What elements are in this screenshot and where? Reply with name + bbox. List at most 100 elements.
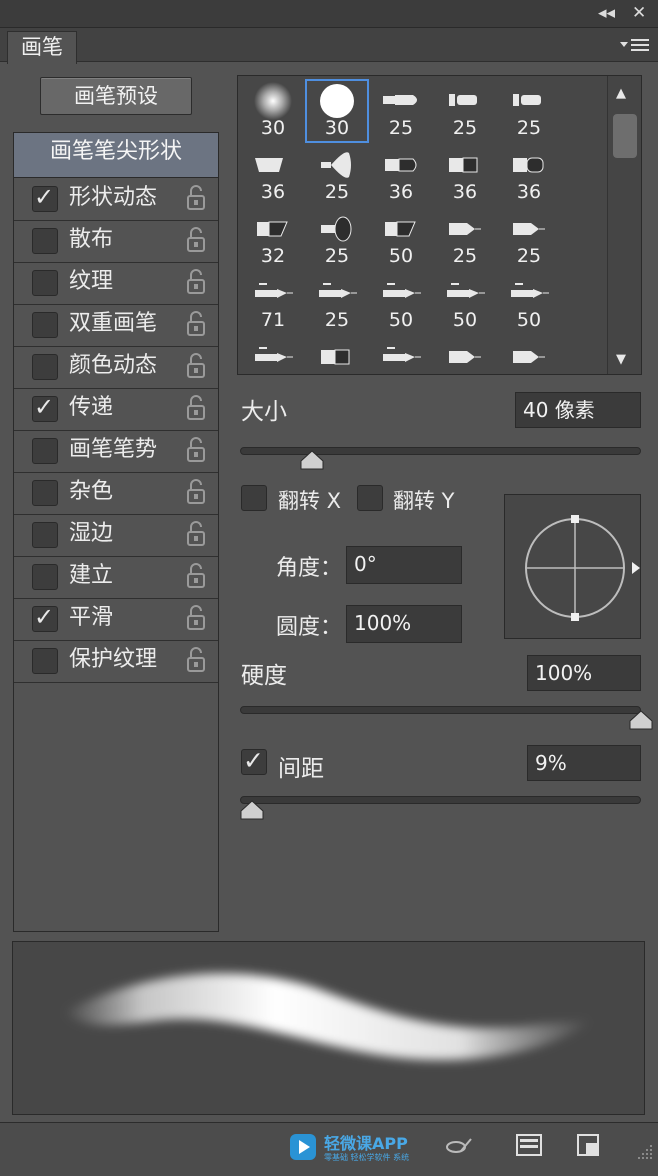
spacing-slider-track[interactable] (240, 796, 641, 804)
brush-tip-thumbnail-icon (369, 81, 433, 121)
brush-tip-cell[interactable] (497, 335, 561, 374)
angle-field[interactable]: 0° (346, 546, 462, 584)
hardness-slider-track[interactable] (240, 706, 641, 714)
option-checkbox[interactable] (32, 648, 58, 674)
brush-presets-button[interactable]: 画笔预设 (40, 77, 192, 115)
scroll-up-icon[interactable]: ▲ (616, 86, 626, 101)
lock-icon[interactable] (185, 268, 207, 296)
lock-icon[interactable] (185, 646, 207, 674)
brush-stroke-preview (12, 941, 645, 1115)
brush-tip-cell[interactable]: 25 (305, 271, 369, 335)
option-row[interactable]: 颜色动态 (14, 346, 218, 389)
close-icon[interactable]: ✕ (632, 3, 646, 23)
brush-tip-cell[interactable]: 36 (241, 143, 305, 207)
option-row[interactable]: ✓ 形状动态 (14, 178, 218, 221)
hardness-field[interactable]: 100% (527, 655, 641, 691)
brush-tip-cell[interactable]: 25 (305, 207, 369, 271)
option-row[interactable]: 湿边 (14, 514, 218, 557)
brush-tip-cell[interactable] (241, 335, 305, 374)
spacing-field[interactable]: 9% (527, 745, 641, 781)
play-logo-icon (290, 1134, 316, 1160)
new-brush-icon[interactable] (574, 1131, 602, 1159)
brush-tip-cell[interactable]: 50 (369, 271, 433, 335)
option-checkbox[interactable] (32, 564, 58, 590)
brush-tip-thumbnail-icon (241, 145, 305, 185)
grid-panel-icon[interactable] (515, 1131, 543, 1159)
size-slider-handle[interactable] (300, 450, 324, 470)
option-row[interactable]: 散布 (14, 220, 218, 263)
option-checkbox[interactable]: ✓ (32, 393, 58, 422)
brush-tip-cell[interactable]: 25 (305, 143, 369, 207)
lock-icon[interactable] (185, 226, 207, 254)
spacing-slider-handle[interactable] (240, 800, 264, 820)
flip-y-checkbox[interactable] (357, 485, 383, 511)
panel-menu-icon[interactable] (620, 36, 650, 58)
checkmark-icon: ✓ (34, 393, 55, 421)
lock-icon[interactable] (185, 310, 207, 338)
option-checkbox[interactable]: ✓ (32, 183, 58, 212)
brush-tip-cell[interactable]: 25 (497, 79, 561, 143)
brush-tip-cell[interactable]: 50 (497, 271, 561, 335)
brush-tip-cell[interactable] (433, 335, 497, 374)
brush-tip-cell[interactable]: 25 (433, 207, 497, 271)
scroll-down-icon[interactable]: ▼ (616, 352, 626, 367)
option-checkbox[interactable] (32, 312, 58, 338)
flip-x-checkbox[interactable] (241, 485, 267, 511)
brush-tip-cell[interactable]: 25 (433, 79, 497, 143)
brush-tip-cell[interactable]: 25 (497, 207, 561, 271)
brush-tip-cell[interactable]: 32 (241, 207, 305, 271)
option-row[interactable]: ✓ 传递 (14, 388, 218, 431)
brush-tip-cell[interactable]: 36 (497, 143, 561, 207)
brand-tagline: 零基础 轻松学软件 系统 (324, 1153, 410, 1162)
double-chevron-left-icon[interactable]: ◂◂ (598, 3, 615, 23)
option-checkbox[interactable] (32, 228, 58, 254)
brush-tip-cell[interactable]: 30 (305, 79, 369, 143)
brush-tip-cell[interactable]: 50 (433, 271, 497, 335)
option-row[interactable]: 纹理 (14, 262, 218, 305)
option-row[interactable]: ✓ 平滑 (14, 598, 218, 641)
size-field[interactable]: 40 像素 (515, 392, 641, 428)
option-checkbox[interactable] (32, 480, 58, 506)
brush-toggle-icon[interactable] (445, 1131, 473, 1159)
spacing-checkbox[interactable]: ✓ (241, 746, 267, 775)
option-row[interactable]: 保护纹理 (14, 640, 218, 683)
brush-tip-cell[interactable]: 30 (241, 79, 305, 143)
brush-tip-cell[interactable] (305, 335, 369, 374)
option-row[interactable]: 双重画笔 (14, 304, 218, 347)
tab-brush[interactable]: 画笔 (7, 31, 77, 64)
option-row[interactable]: 建立 (14, 556, 218, 599)
option-label: 传递 (69, 395, 114, 420)
scrollbar-thumb[interactable] (613, 114, 637, 158)
brush-tip-grid[interactable]: 30 30 25 25 25 36 25 36 36 36 32 25 50 25 25 71 25 50 50 50… (237, 75, 642, 375)
option-checkbox[interactable] (32, 522, 58, 548)
option-checkbox[interactable] (32, 270, 58, 296)
angle-roundness-widget[interactable] (504, 494, 641, 639)
brush-tip-cell[interactable]: 50 (369, 207, 433, 271)
lock-icon[interactable] (185, 394, 207, 422)
brush-tip-cell[interactable]: 25 (369, 79, 433, 143)
option-checkbox[interactable]: ✓ (32, 603, 58, 632)
lock-icon[interactable] (185, 604, 207, 632)
option-label: 保护纹理 (69, 647, 158, 672)
brush-tip-cell[interactable]: 36 (433, 143, 497, 207)
lock-icon[interactable] (185, 184, 207, 212)
lock-icon[interactable] (185, 520, 207, 548)
brush-tip-cell[interactable]: 36 (369, 143, 433, 207)
lock-icon[interactable] (185, 352, 207, 380)
option-checkbox[interactable] (32, 438, 58, 464)
option-row[interactable]: 画笔笔势 (14, 430, 218, 473)
lock-icon[interactable] (185, 436, 207, 464)
option-checkbox[interactable] (32, 354, 58, 380)
lock-icon[interactable] (185, 562, 207, 590)
brush-tip-shape-item[interactable]: 画笔笔尖形状 (14, 133, 218, 178)
grid-scrollbar[interactable]: ▲ ▼ (607, 76, 641, 374)
roundness-field[interactable]: 100% (346, 605, 462, 643)
hardness-slider-handle[interactable] (629, 710, 653, 730)
option-row[interactable]: 杂色 (14, 472, 218, 515)
resize-grip-icon[interactable] (632, 1143, 654, 1165)
lock-icon[interactable] (185, 478, 207, 506)
brush-tip-cell[interactable]: 71 (241, 271, 305, 335)
roundness-label: 圆度： (276, 615, 343, 640)
brush-tip-thumbnail-icon (305, 337, 369, 374)
brush-tip-cell[interactable] (369, 335, 433, 374)
